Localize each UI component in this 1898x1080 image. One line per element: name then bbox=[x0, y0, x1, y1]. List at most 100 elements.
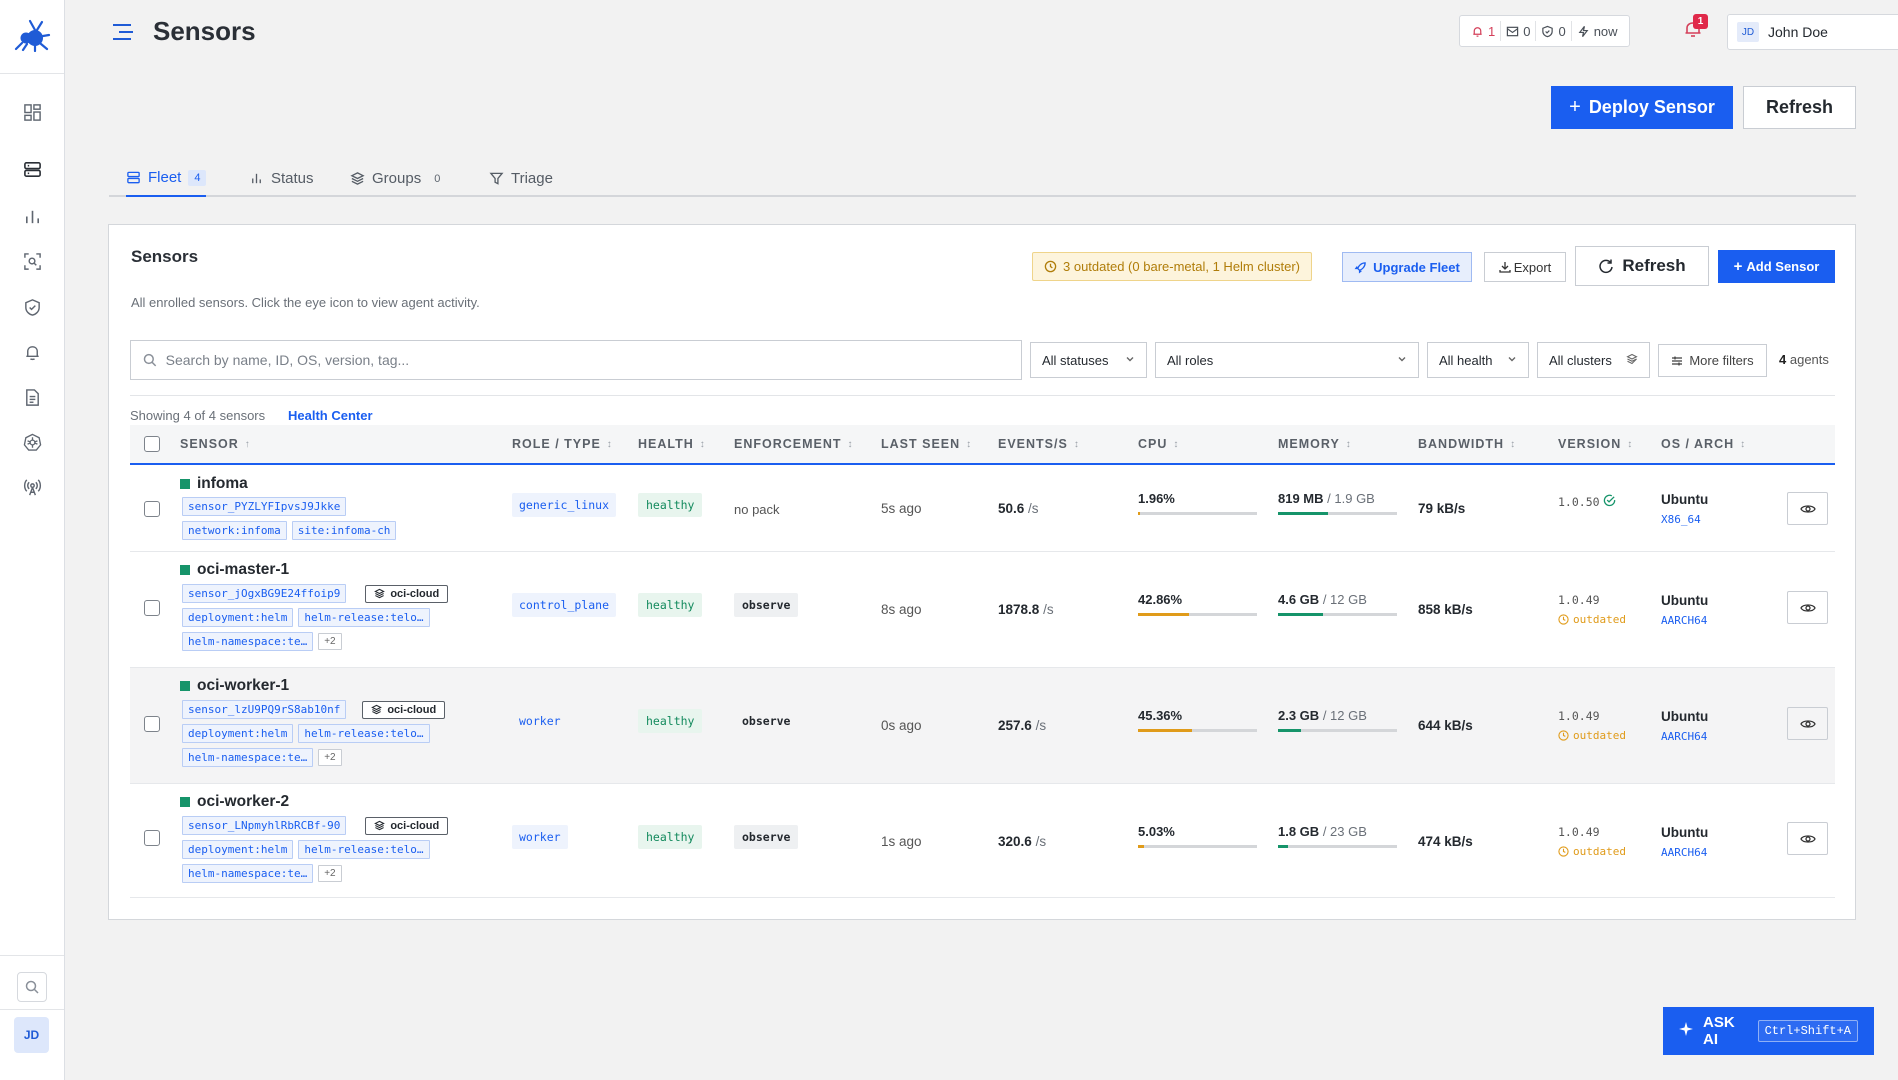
health-center-link[interactable]: Health Center bbox=[288, 408, 373, 423]
select-all-checkbox[interactable] bbox=[144, 425, 160, 463]
col-memory[interactable]: MEMORY ↕ bbox=[1278, 425, 1351, 463]
sort-icon: ↕ bbox=[1073, 438, 1079, 450]
policy-stat[interactable]: 0 bbox=[1535, 21, 1570, 41]
table-row[interactable]: infoma sensor_PYZLYFIpvsJ9Jkke network:i… bbox=[130, 465, 1835, 552]
sensor-id-chip[interactable]: sensor_lzU9PQ9rS8ab10nf bbox=[182, 700, 347, 719]
tag-chip[interactable]: helm-release:telo… bbox=[298, 840, 430, 859]
refresh-button[interactable]: Refresh bbox=[1743, 86, 1856, 129]
sensor-name[interactable]: oci-worker-1 bbox=[180, 677, 289, 695]
sensor-id-chip[interactable]: sensor_LNpmyhlRbRCBf-90 bbox=[182, 816, 347, 835]
bell-icon[interactable] bbox=[19, 339, 45, 365]
add-sensor-button[interactable]: + Add Sensor bbox=[1718, 250, 1835, 283]
col-enforcement[interactable]: ENFORCEMENT ↕ bbox=[734, 425, 853, 463]
tag-chip[interactable]: network:infoma bbox=[182, 521, 287, 540]
tab-groups[interactable]: Groups 0 bbox=[350, 160, 446, 197]
col-events[interactable]: EVENTS/S ↕ bbox=[998, 425, 1079, 463]
row-checkbox[interactable] bbox=[144, 830, 160, 846]
sensor-name-text: oci-worker-1 bbox=[197, 677, 290, 694]
sensor-name[interactable]: oci-worker-2 bbox=[180, 793, 289, 811]
tag-chip[interactable]: helm-namespace:te… bbox=[182, 864, 314, 883]
col-health[interactable]: HEALTH ↕ bbox=[638, 425, 705, 463]
sensor-name[interactable]: oci-master-1 bbox=[180, 561, 289, 579]
cluster-filter[interactable]: All clusters bbox=[1537, 342, 1650, 378]
deploy-sensor-button[interactable]: + Deploy Sensor bbox=[1551, 86, 1733, 129]
card-refresh-button[interactable]: Refresh bbox=[1575, 246, 1709, 286]
tag-chip[interactable]: deployment:helm bbox=[182, 840, 294, 859]
sidebar-search-button[interactable] bbox=[17, 972, 47, 1002]
row-checkbox[interactable] bbox=[144, 716, 160, 732]
sensor-name[interactable]: infoma bbox=[180, 475, 248, 493]
tag-chip[interactable]: helm-release:telo… bbox=[298, 724, 430, 743]
status-summary[interactable]: 1 0 0 now bbox=[1459, 15, 1630, 47]
user-menu[interactable]: JD John Doe bbox=[1727, 14, 1898, 50]
tag-chip[interactable]: deployment:helm bbox=[182, 608, 294, 627]
more-tags-chip[interactable]: +2 bbox=[318, 633, 342, 650]
tab-triage[interactable]: Triage bbox=[489, 160, 553, 197]
search-icon bbox=[25, 980, 39, 994]
sensor-id-chip[interactable]: sensor_jOgxBG9E24ffoip9 bbox=[182, 584, 347, 603]
more-filters-button[interactable]: More filters bbox=[1658, 344, 1767, 377]
table-row[interactable]: oci-worker-1 sensor_lzU9PQ9rS8ab10nf oci… bbox=[130, 668, 1835, 784]
table-row[interactable]: oci-master-1 sensor_jOgxBG9E24ffoip9 oci… bbox=[130, 552, 1835, 668]
search-box[interactable] bbox=[130, 340, 1022, 380]
document-icon[interactable] bbox=[19, 384, 45, 410]
alerts-stat[interactable]: 1 bbox=[1466, 21, 1500, 41]
col-role[interactable]: ROLE / TYPE ↕ bbox=[512, 425, 612, 463]
row-checkbox[interactable] bbox=[144, 600, 160, 616]
tag-chip[interactable]: helm-namespace:te… bbox=[182, 632, 314, 651]
export-button[interactable]: Export bbox=[1484, 252, 1566, 282]
bandwidth: 79 kB/s bbox=[1418, 501, 1466, 516]
view-activity-button[interactable] bbox=[1787, 492, 1828, 525]
col-os-arch[interactable]: OS / ARCH ↕ bbox=[1661, 425, 1745, 463]
more-tags-chip[interactable]: +2 bbox=[318, 749, 342, 766]
col-cpu-label: CPU bbox=[1138, 437, 1168, 451]
cpu-metric: 42.86% bbox=[1138, 592, 1257, 616]
sensor-id-chip[interactable]: sensor_PYZLYFIpvsJ9Jkke bbox=[182, 497, 347, 516]
more-tags-chip[interactable]: +2 bbox=[318, 865, 342, 882]
sync-stat[interactable]: now bbox=[1570, 21, 1623, 41]
col-sensor[interactable]: SENSOR ↑ bbox=[180, 425, 250, 463]
view-activity-button[interactable] bbox=[1787, 707, 1828, 740]
tag-chip[interactable]: helm-namespace:te… bbox=[182, 748, 314, 767]
row-checkbox[interactable] bbox=[144, 501, 160, 517]
cloud-badge[interactable]: oci-cloud bbox=[365, 816, 449, 835]
antenna-icon[interactable] bbox=[19, 474, 45, 500]
enforcement-badge: observe bbox=[734, 593, 799, 617]
logo-icon[interactable] bbox=[12, 15, 52, 55]
inbox-stat[interactable]: 0 bbox=[1500, 21, 1535, 41]
upgrade-fleet-button[interactable]: Upgrade Fleet bbox=[1342, 252, 1472, 282]
view-activity-button[interactable] bbox=[1787, 822, 1828, 855]
col-bandwidth[interactable]: BANDWIDTH ↕ bbox=[1418, 425, 1515, 463]
health-filter[interactable]: All health bbox=[1427, 342, 1529, 378]
tag-chip[interactable]: helm-release:telo… bbox=[298, 608, 430, 627]
shield-check-icon[interactable] bbox=[19, 294, 45, 320]
kubernetes-icon[interactable] bbox=[19, 429, 45, 455]
tab-status[interactable]: Status bbox=[249, 160, 314, 197]
view-activity-button[interactable] bbox=[1787, 591, 1828, 624]
sort-asc-icon: ↑ bbox=[244, 438, 250, 450]
eye-icon bbox=[1799, 603, 1816, 612]
col-last-seen[interactable]: LAST SEEN ↕ bbox=[881, 425, 971, 463]
search-input[interactable] bbox=[165, 352, 1009, 368]
scan-icon[interactable] bbox=[19, 248, 45, 274]
cloud-badge[interactable]: oci-cloud bbox=[362, 700, 446, 719]
tag-chip[interactable]: site:infoma-ch bbox=[291, 521, 397, 540]
chart-icon[interactable] bbox=[19, 203, 45, 229]
servers-icon[interactable] bbox=[19, 156, 45, 182]
role-filter[interactable]: All roles bbox=[1155, 342, 1419, 378]
user-name: John Doe bbox=[1768, 24, 1828, 40]
menu-toggle-icon[interactable] bbox=[111, 20, 135, 44]
table-row[interactable]: oci-worker-2 sensor_LNpmyhlRbRCBf-90 oci… bbox=[130, 784, 1835, 898]
outdated-warning[interactable]: 3 outdated (0 bare-metal, 1 Helm cluster… bbox=[1032, 252, 1312, 281]
cpu-bar bbox=[1138, 613, 1257, 616]
col-version[interactable]: VERSION ↕ bbox=[1558, 425, 1632, 463]
tag-chip[interactable]: deployment:helm bbox=[182, 724, 294, 743]
version-value: 1.0.49 bbox=[1558, 825, 1600, 839]
sidebar-avatar[interactable]: JD bbox=[14, 1017, 49, 1053]
tab-fleet[interactable]: Fleet 4 bbox=[126, 160, 207, 197]
col-cpu[interactable]: CPU ↕ bbox=[1138, 425, 1178, 463]
cloud-badge[interactable]: oci-cloud bbox=[365, 584, 449, 603]
dashboard-icon[interactable] bbox=[19, 99, 45, 125]
status-filter[interactable]: All statuses bbox=[1030, 342, 1147, 378]
ask-ai-button[interactable]: ASK AI Ctrl+Shift+A bbox=[1663, 1007, 1874, 1055]
